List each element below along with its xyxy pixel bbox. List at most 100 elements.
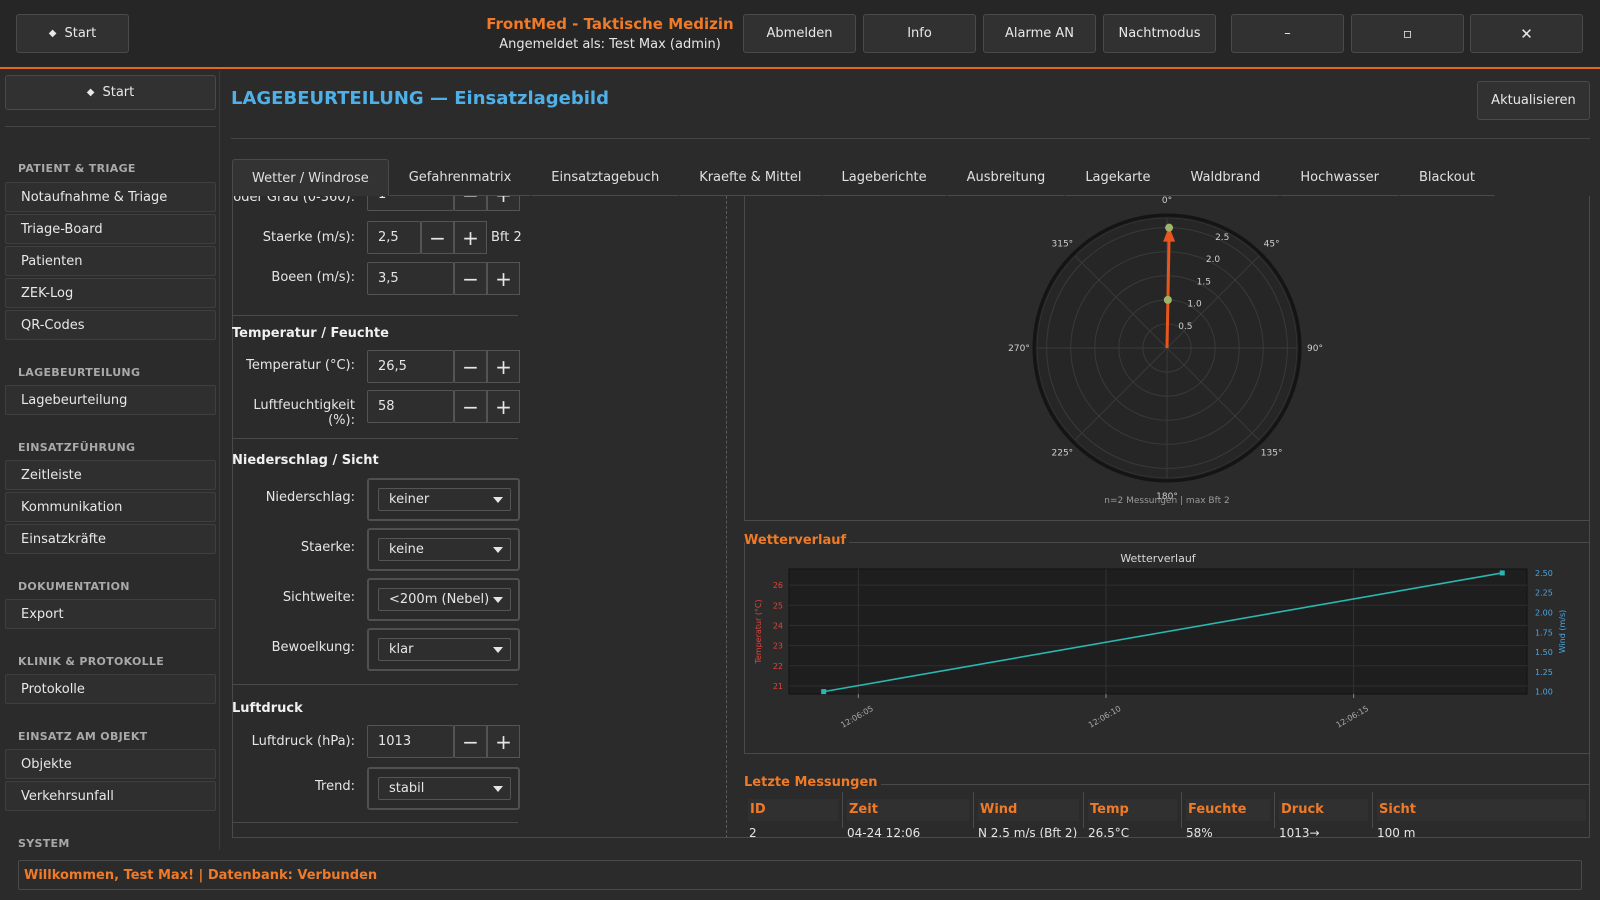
refresh-button[interactable]: Aktualisieren bbox=[1477, 81, 1590, 120]
sidebar-item-triage-board[interactable]: Triage-Board bbox=[5, 214, 216, 244]
tab-wetter-windrose[interactable]: Wetter / Windrose bbox=[232, 159, 389, 196]
chart-title: Wetterverlauf bbox=[1120, 552, 1196, 565]
windrose-radial-label: 2.0 bbox=[1206, 255, 1221, 265]
table-cell: 1013→ bbox=[1279, 826, 1320, 838]
temperature-input[interactable]: 26,5 bbox=[367, 350, 454, 383]
info-button[interactable]: Info bbox=[863, 14, 976, 53]
sidebar-item-qr-codes[interactable]: QR-Codes bbox=[5, 310, 216, 340]
direction-increment-button[interactable]: + bbox=[487, 196, 520, 211]
gusts-decrement-button[interactable]: − bbox=[454, 262, 487, 295]
wind-measurement-point bbox=[1163, 295, 1172, 304]
table-cell: 100 m bbox=[1377, 826, 1416, 838]
clouds-select[interactable]: klar bbox=[378, 638, 511, 661]
chart-y2-tick-label: 2.00 bbox=[1535, 609, 1553, 618]
trend-select[interactable]: stabil bbox=[378, 777, 511, 800]
windrose-angle-label: 315° bbox=[1052, 239, 1074, 249]
table-header-wind[interactable]: Wind bbox=[974, 792, 1084, 828]
table-header-zeit[interactable]: Zeit bbox=[843, 792, 974, 828]
maximize-button[interactable]: ▫ bbox=[1351, 14, 1464, 53]
sidebar-item-zek-log[interactable]: ZEK-Log bbox=[5, 278, 216, 308]
windrose-caption: n=2 Messungen | max Bft 2 bbox=[1104, 496, 1229, 506]
table-header-id[interactable]: ID bbox=[744, 792, 843, 828]
alarms-toggle-button[interactable]: Alarme AN bbox=[983, 14, 1096, 53]
tab-einsatztagebuch[interactable]: Einsatztagebuch bbox=[531, 159, 680, 196]
wind-speed-increment-button[interactable]: + bbox=[454, 221, 487, 254]
direction-degree-input[interactable]: 1 bbox=[367, 196, 454, 211]
pressure-decrement-button[interactable]: − bbox=[454, 725, 487, 758]
minimize-button[interactable]: – bbox=[1231, 14, 1344, 53]
start-button[interactable]: ◆ Start bbox=[16, 14, 129, 53]
tab-hochwasser[interactable]: Hochwasser bbox=[1280, 159, 1400, 196]
temperature-decrement-button[interactable]: − bbox=[454, 350, 487, 383]
chart-y2-tick-label: 1.25 bbox=[1535, 668, 1553, 677]
precipitation-select-frame: keiner bbox=[367, 478, 520, 521]
windrose-angle-label: 270° bbox=[1008, 344, 1030, 354]
sidebar-item-lagebeurteilung[interactable]: Lagebeurteilung bbox=[5, 385, 216, 415]
sidebar-item-kommunikation[interactable]: Kommunikation bbox=[5, 492, 216, 522]
page-title: LAGEBEURTEILUNG — Einsatzlagebild bbox=[231, 88, 609, 109]
visibility-select[interactable]: <200m (Nebel) bbox=[378, 588, 511, 611]
pressure-section-title: Luftdruck bbox=[232, 701, 303, 716]
sidebar-item-verkehrsunfall[interactable]: Verkehrsunfall bbox=[5, 781, 216, 811]
gusts-increment-button[interactable]: + bbox=[487, 262, 520, 295]
chart-y2-axis-label: Wind (m/s) bbox=[1558, 610, 1567, 654]
chevron-down-icon bbox=[493, 647, 503, 653]
diamond-icon: ◆ bbox=[48, 28, 57, 39]
tab-ausbreitung[interactable]: Ausbreitung bbox=[946, 159, 1066, 196]
night-mode-button[interactable]: Nachtmodus bbox=[1103, 14, 1216, 53]
section-divider bbox=[232, 315, 518, 316]
sidebar-item-patienten[interactable]: Patienten bbox=[5, 246, 216, 276]
sidebar-item-export[interactable]: Export bbox=[5, 599, 216, 629]
chart-y2-tick-label: 2.50 bbox=[1535, 569, 1553, 578]
windrose-radial-label: 1.5 bbox=[1197, 277, 1211, 287]
tab-gefahrenmatrix[interactable]: Gefahrenmatrix bbox=[388, 159, 532, 196]
chart-y-tick-label: 24 bbox=[773, 621, 783, 630]
direction-decrement-button[interactable]: − bbox=[454, 196, 487, 211]
tab-waldbrand[interactable]: Waldbrand bbox=[1170, 159, 1281, 196]
visibility-value: <200m (Nebel) bbox=[389, 592, 490, 607]
table-header-sicht[interactable]: Sicht bbox=[1373, 792, 1590, 828]
close-button[interactable]: ✕ bbox=[1470, 14, 1583, 53]
tab-lagekarte[interactable]: Lagekarte bbox=[1065, 159, 1171, 196]
precipitation-select[interactable]: keiner bbox=[378, 488, 511, 511]
table-header-feuchte[interactable]: Feuchte bbox=[1182, 792, 1275, 828]
visibility-label: Sichtweite: bbox=[282, 590, 355, 605]
table-header-druck[interactable]: Druck bbox=[1275, 792, 1373, 828]
section-divider bbox=[232, 822, 518, 823]
sidebar-start-button[interactable]: ◆ Start bbox=[5, 75, 216, 110]
sidebar-item-notaufnahme[interactable]: Notaufnahme & Triage bbox=[5, 182, 216, 212]
pressure-increment-button[interactable]: + bbox=[487, 725, 520, 758]
chart-y2-tick-label: 1.50 bbox=[1535, 648, 1553, 657]
pressure-input[interactable]: 1013 bbox=[367, 725, 454, 758]
windrose-radial-label: 2.5 bbox=[1215, 233, 1229, 243]
windrose-angle-label: 0° bbox=[1162, 196, 1172, 206]
sidebar-item-einsatzkraefte[interactable]: Einsatzkräfte bbox=[5, 524, 216, 554]
intensity-select[interactable]: keine bbox=[378, 538, 511, 561]
close-icon: ✕ bbox=[1520, 24, 1533, 43]
sidebar-item-protokolle[interactable]: Protokolle bbox=[5, 674, 216, 704]
humidity-decrement-button[interactable]: − bbox=[454, 390, 487, 423]
humidity-increment-button[interactable]: + bbox=[487, 390, 520, 423]
temperature-increment-button[interactable]: + bbox=[487, 350, 520, 383]
tab-blackout[interactable]: Blackout bbox=[1399, 159, 1496, 196]
windrose-angle-label: 45° bbox=[1264, 239, 1280, 249]
chart-y2-tick-label: 1.75 bbox=[1535, 628, 1553, 637]
intensity-value: keine bbox=[389, 542, 424, 557]
humidity-input[interactable]: 58 bbox=[367, 390, 454, 423]
logout-button[interactable]: Abmelden bbox=[743, 14, 856, 53]
intensity-select-frame: keine bbox=[367, 528, 520, 571]
sidebar-section-klinik: KLINIK & PROTOKOLLE bbox=[18, 655, 165, 668]
table-header-temp[interactable]: Temp bbox=[1084, 792, 1182, 828]
sidebar-item-zeitleiste[interactable]: Zeitleiste bbox=[5, 460, 216, 490]
tab-lageberichte[interactable]: Lageberichte bbox=[821, 159, 947, 196]
wind-speed-input[interactable]: 2,5 bbox=[367, 221, 421, 254]
section-divider bbox=[232, 684, 518, 685]
wind-speed-decrement-button[interactable]: − bbox=[421, 221, 454, 254]
sidebar-item-objekte[interactable]: Objekte bbox=[5, 749, 216, 779]
precipitation-value: keiner bbox=[389, 492, 430, 507]
tab-kraefte-mittel[interactable]: Kraefte & Mittel bbox=[679, 159, 822, 196]
gusts-input[interactable]: 3,5 bbox=[367, 262, 454, 295]
weather-form[interactable]: oder Grad (0-360): 1 − + Staerke (m/s): … bbox=[232, 196, 727, 838]
chart-y-tick-label: 25 bbox=[773, 601, 783, 610]
wind-direction-arrow bbox=[1165, 235, 1171, 349]
